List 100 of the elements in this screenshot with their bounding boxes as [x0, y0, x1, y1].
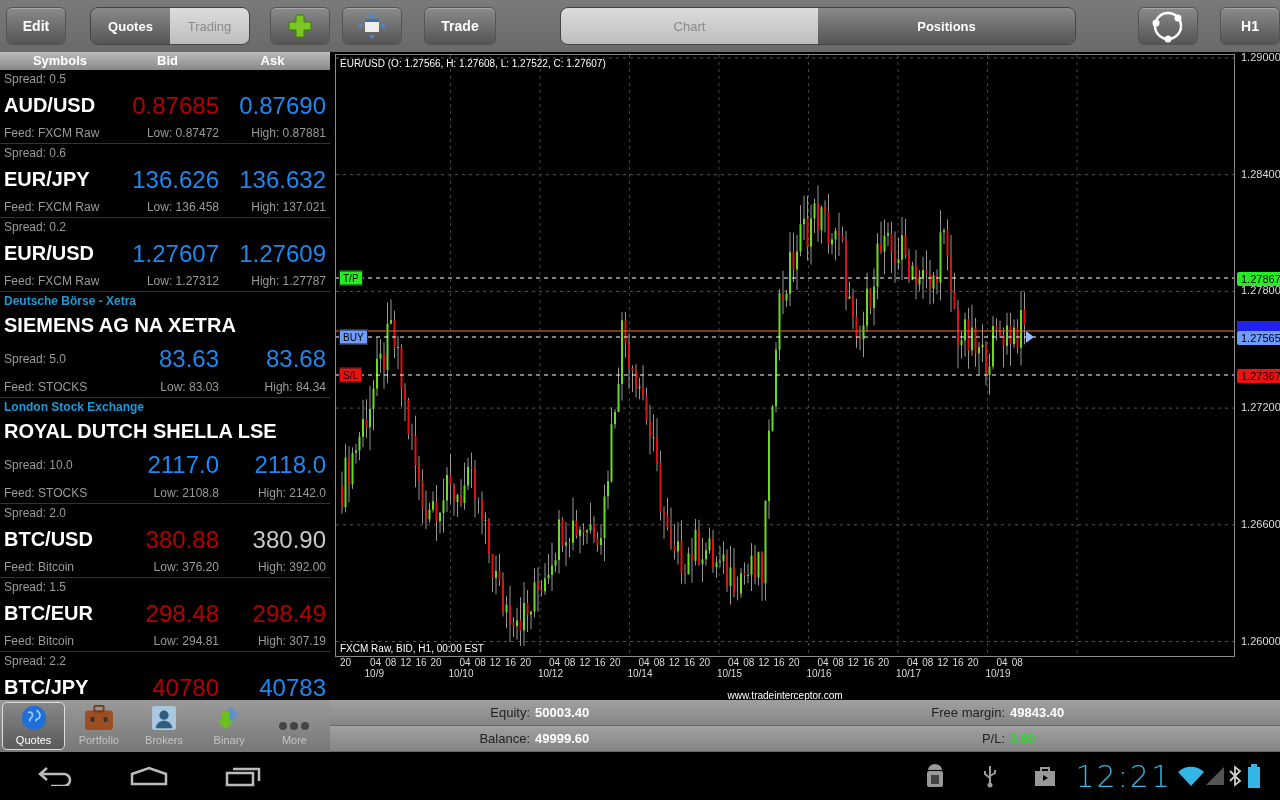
x-axis-hour: 16	[952, 657, 964, 668]
column-header: Bid	[156, 52, 179, 70]
order-marker[interactable]: T/P	[339, 270, 363, 286]
x-axis-date: 10/16	[806, 668, 832, 679]
x-axis-hour: 04	[996, 657, 1008, 668]
high-price: High: 137.021	[250, 200, 326, 214]
symbol-name: EUR/JPY	[4, 168, 91, 191]
low-price: Low: 2108.8	[152, 486, 219, 500]
edit-button[interactable]: Edit	[6, 7, 66, 45]
x-axis-hour: 20	[340, 657, 352, 668]
window-arrows-icon	[357, 12, 387, 40]
ask-price: 0.87690	[238, 91, 326, 120]
recent-apps-icon	[225, 765, 261, 787]
x-axis-hour: 08	[474, 657, 486, 668]
exchange-name: Deutsche Börse - Xetra	[4, 294, 137, 308]
low-price: Low: 1.27312	[145, 274, 219, 288]
feed-label: Feed: STOCKS	[4, 380, 89, 394]
x-axis-hour: 16	[415, 657, 427, 668]
wifi-icon	[1178, 766, 1204, 786]
x-axis-hour: 12	[579, 657, 591, 668]
order-marker[interactable]: BUY	[339, 329, 368, 345]
account-value: 3.80	[1010, 731, 1036, 746]
x-axis-date: 10/14	[627, 668, 653, 679]
toggle-tab[interactable]: Positions	[818, 8, 1075, 44]
price-tag-background	[1237, 321, 1280, 331]
feed-label: Feed: Bitcoin	[4, 560, 76, 574]
low-price: Low: 0.87472	[145, 126, 219, 140]
y-axis-label: 1.29000	[1241, 51, 1280, 63]
home-icon	[130, 766, 168, 786]
feed-label: Feed: FXCM Raw	[4, 126, 101, 140]
bottom-tab[interactable]: Quotes	[2, 702, 66, 750]
x-axis-date: 10/17	[895, 668, 921, 679]
low-price: Low: 83.03	[159, 380, 219, 394]
x-axis-hour: 20	[699, 657, 711, 668]
order-marker[interactable]: S/L	[339, 367, 362, 383]
chart-area[interactable]: EUR/USD (O: 1.27566, H: 1.27608, L: 1.27522, C: 1.27607) T/P BUY S/L FXCM Raw, BID, H1, 00:00 EST	[335, 54, 1235, 657]
toggle-tab[interactable]: Quotes	[91, 8, 170, 44]
column-header: Ask	[259, 52, 286, 70]
feed-label: Feed: FXCM Raw	[4, 274, 101, 288]
shopping-bag-icon	[1033, 765, 1056, 787]
spread-label: Spread: 2.2	[4, 654, 67, 668]
ask-price: 380.90	[251, 525, 326, 554]
account-value: 49999.60	[535, 731, 590, 746]
plus-icon	[287, 13, 313, 39]
signal-icon	[1206, 767, 1224, 785]
ask-price: 2118.0	[253, 450, 326, 479]
x-axis-hour: 04	[638, 657, 650, 668]
y-axis-label: 1.26600	[1241, 517, 1280, 530]
price-level-tag: 1.27867	[1237, 272, 1280, 286]
ask-price: 298.49	[251, 599, 326, 628]
account-value: 50003.40	[535, 705, 590, 720]
account-value: 49843.40	[1010, 705, 1065, 720]
add-button[interactable]	[270, 7, 330, 45]
symbol-name: BTC/JPY	[4, 676, 90, 699]
trade-button[interactable]: Trade	[424, 7, 496, 45]
x-axis-date: 10/15	[716, 668, 742, 679]
feed-label: Feed: STOCKS	[4, 486, 89, 500]
spread-label: Spread: 10.0	[4, 457, 74, 472]
high-price: High: 1.27787	[250, 274, 326, 288]
x-axis-hour: 20	[520, 657, 532, 668]
x-axis-hour: 12	[489, 657, 501, 668]
x-axis-hour: 12	[937, 657, 949, 668]
high-price: High: 2142.0	[256, 486, 326, 500]
x-axis-hour: 20	[967, 657, 979, 668]
spread-label: Spread: 2.0	[4, 506, 67, 520]
symbol-name: AUD/USD	[4, 94, 97, 117]
x-axis-hour: 08	[1011, 657, 1023, 668]
timeframe-button[interactable]: H1	[1220, 7, 1280, 45]
x-axis-hour: 12	[400, 657, 412, 668]
spread-label: Spread: 0.6	[4, 146, 67, 160]
sync-button[interactable]	[1138, 7, 1198, 45]
chart-ohlc-header: EUR/USD (O: 1.27566, H: 1.27608, L: 1.27522, C: 1.27607)	[340, 58, 606, 69]
y-axis-label: 1.27800	[1241, 284, 1280, 297]
bid-price: 40780	[151, 673, 219, 700]
x-axis-hour: 08	[653, 657, 665, 668]
y-axis-label: 1.27200	[1241, 401, 1280, 414]
high-price: High: 307.19	[256, 634, 326, 648]
symbol-name: EUR/USD	[4, 242, 95, 265]
x-axis-hour: 20	[878, 657, 890, 668]
high-price: High: 392.00	[256, 560, 326, 574]
x-axis-hour: 16	[683, 657, 695, 668]
x-axis-hour: 08	[832, 657, 844, 668]
x-axis-hour: 20	[430, 657, 442, 668]
ask-price: 1.27609	[238, 239, 326, 268]
symbol-name: SIEMENS AG NA XETRA	[4, 313, 236, 337]
x-axis-hour: 12	[668, 657, 680, 668]
resize-button[interactable]	[342, 7, 402, 45]
battery-icon	[1248, 764, 1260, 788]
bid-price: 83.63	[157, 344, 219, 373]
x-axis-hour: 12	[758, 657, 770, 668]
more-dots-icon	[278, 721, 311, 731]
symbol-name: BTC/USD	[4, 528, 94, 551]
high-price: High: 0.87881	[250, 126, 326, 140]
x-axis-hour: 04	[728, 657, 740, 668]
website-link[interactable]: www.tradeinterceptor.com	[727, 690, 843, 701]
x-axis-hour: 08	[385, 657, 397, 668]
x-axis-date: 10/19	[985, 668, 1011, 679]
back-arrow-icon	[37, 766, 73, 786]
x-axis-hour: 04	[459, 657, 471, 668]
contact-card-icon	[150, 705, 178, 731]
